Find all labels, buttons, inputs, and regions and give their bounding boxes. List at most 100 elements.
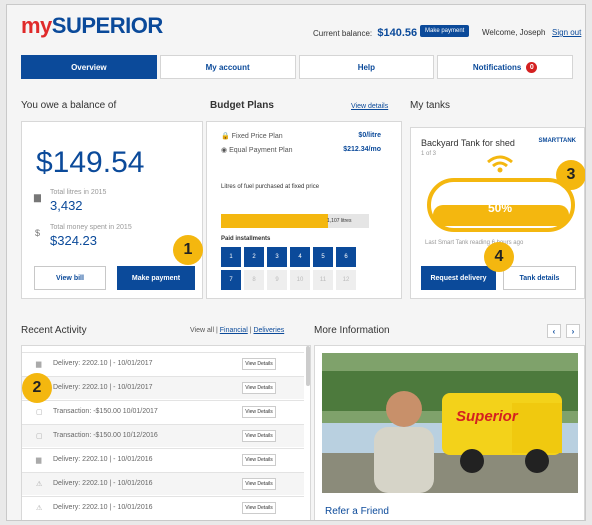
carousel-next-button[interactable]: › <box>566 324 580 338</box>
activity-row-text: Transaction: -$150.00 10/12/2016 <box>53 432 158 439</box>
installment-cell: 5 <box>313 247 333 267</box>
budget-title: Budget Plans <box>210 100 274 111</box>
paid-installments-label: Paid installments <box>221 236 271 242</box>
activity-row: ▢ Transaction: -$150.00 10/01/2017 View De… <box>22 400 304 423</box>
tab-notifications[interactable]: Notifications 0 <box>437 55 573 79</box>
filter-separator: | <box>249 327 252 334</box>
view-bill-button[interactable]: View bill <box>34 266 106 290</box>
promo-photo: Superior <box>322 353 578 493</box>
money-value: $324.23 <box>50 233 97 248</box>
document-icon: ▢ <box>36 409 43 416</box>
header-make-payment-button[interactable]: Make payment <box>420 25 470 37</box>
litres-fixed-bar-fill <box>221 214 328 228</box>
installment-cell: 8 <box>244 270 264 290</box>
litres-fixed-bar-label: 1,107 litres <box>327 218 352 224</box>
logo[interactable]: mySUPERIOR <box>21 13 163 39</box>
tab-label: Overview <box>71 62 107 72</box>
equal-payment-row: ◉ Equal Payment Plan $212.34/mo <box>221 146 381 154</box>
current-balance-value: $140.56 <box>377 27 418 39</box>
balance-amount: $149.54 <box>36 146 145 179</box>
carousel-prev-button[interactable]: ‹ <box>547 324 561 338</box>
litres-label: Total litres in 2015 <box>50 189 107 196</box>
equal-icon: ◉ <box>221 147 228 154</box>
callout-badge-2: 2 <box>22 373 52 403</box>
installment-cell: 12 <box>336 270 356 290</box>
tank-panel: Backyard Tank for shed 1 of 3 SMARTTANK … <box>410 127 585 299</box>
make-payment-button[interactable]: Make payment <box>117 266 195 290</box>
dollar-icon: $ <box>35 228 41 238</box>
filter-separator: | <box>215 327 218 334</box>
litres-fixed-bar: 1,107 litres <box>221 214 369 228</box>
activity-list: ▆ Delivery: 2202.10 | - 10/01/2017 View De… <box>21 345 311 520</box>
installment-cell: 2 <box>244 247 264 267</box>
truck-icon: ▆ <box>34 192 41 202</box>
view-details-button[interactable]: View Details <box>242 478 276 490</box>
installment-cell: 9 <box>267 270 287 290</box>
callout-badge-1: 1 <box>173 235 203 265</box>
view-details-button[interactable]: View Details <box>242 358 276 370</box>
tab-help[interactable]: Help <box>298 55 435 79</box>
activity-row-text: Delivery: 2202.10 | - 10/01/2016 <box>53 480 153 487</box>
activity-row: ▢ Transaction: -$150.00 10/12/2016 View De… <box>22 424 304 447</box>
activity-scrollbar[interactable] <box>306 346 310 386</box>
logo-main: SUPERIOR <box>51 13 163 38</box>
view-details-button[interactable]: View Details <box>242 382 276 394</box>
activity-filters: View all | Financial | Deliveries <box>190 327 284 334</box>
activity-row: ⚠ Delivery: 2202.10 | - 10/01/2016 View De… <box>22 496 304 519</box>
tank-details-button[interactable]: Tank details <box>503 266 576 290</box>
equal-payment-label: Equal Payment Plan <box>229 147 293 154</box>
truck-icon: ▆ <box>36 457 42 464</box>
activity-row-text: Delivery: 2202.10 | - 10/01/2016 <box>53 456 153 463</box>
equal-payment-value: $212.34/mo <box>343 146 381 153</box>
truck-icon: ▆ <box>36 361 42 368</box>
view-details-button[interactable]: View Details <box>242 454 276 466</box>
money-label: Total money spent in 2015 <box>50 224 132 231</box>
activity-row: ▆ Delivery: 2202.10 | - 10/01/2016 View De… <box>22 448 304 471</box>
tanks-title: My tanks <box>410 100 451 111</box>
installment-cell: 11 <box>313 270 333 290</box>
smart-tank-logo: SMARTTANK <box>538 138 576 144</box>
deliveries-link[interactable]: Deliveries <box>253 327 284 334</box>
installment-cell: 4 <box>290 247 310 267</box>
more-info-title: More Information <box>314 325 390 336</box>
activity-row-text: Delivery: 2202.10 | - 10/01/2016 <box>53 504 153 511</box>
activity-row: ▆ Delivery: 2202.10 | - 10/01/2017 View De… <box>22 352 304 375</box>
litres-value: 3,432 <box>50 198 83 213</box>
request-delivery-button[interactable]: Request delivery <box>421 266 496 290</box>
view-details-button[interactable]: View Details <box>242 406 276 418</box>
activity-row-text: Transaction: -$150.00 10/01/2017 <box>53 408 158 415</box>
warning-icon: ⚠ <box>36 505 43 512</box>
activity-row-text: Delivery: 2202.10 | - 10/01/2017 <box>53 384 153 391</box>
tab-my-account[interactable]: My account <box>159 55 296 79</box>
budget-view-details-link[interactable]: View details <box>351 103 388 110</box>
installment-cell: 7 <box>221 270 241 290</box>
tank-name: Backyard Tank for shed <box>421 138 515 148</box>
activity-row: ⚠ Delivery: 2202.10 | - 10/01/2016 View De… <box>22 472 304 495</box>
recent-activity-title: Recent Activity <box>21 325 87 336</box>
balance-title: You owe a balance of <box>21 100 117 111</box>
tab-label: Help <box>357 62 376 72</box>
main-tabs: Overview My account Help Notifications 0 <box>21 55 573 79</box>
more-info-card[interactable]: Superior Refer a Friend <box>314 345 585 520</box>
financial-link[interactable]: Financial <box>220 327 248 334</box>
callout-badge-4: 4 <box>484 242 514 272</box>
fixed-price-label: Fixed Price Plan <box>231 133 283 140</box>
article-title[interactable]: Refer a Friend <box>325 506 389 517</box>
view-all-link[interactable]: View all <box>190 327 214 334</box>
installments-grid: 1 2 3 4 5 6 7 8 9 10 11 12 <box>221 247 356 290</box>
tank-level-percent: 50% <box>487 201 513 215</box>
tab-overview[interactable]: Overview <box>21 55 157 79</box>
lock-icon: 🔒 <box>221 133 230 140</box>
sign-out-link[interactable]: Sign out <box>552 28 581 37</box>
tab-label: My account <box>205 62 250 72</box>
logo-prefix: my <box>21 13 52 38</box>
installment-cell: 1 <box>221 247 241 267</box>
app-frame: mySUPERIOR Current balance: $140.56 Make… <box>6 4 586 521</box>
view-details-button[interactable]: View Details <box>242 430 276 442</box>
balance-panel: $149.54 ▆ Total litres in 2015 3,432 $ T… <box>21 121 203 299</box>
current-balance: Current balance: $140.56 <box>313 27 417 39</box>
notification-count-badge: 0 <box>526 61 538 73</box>
welcome-text: Welcome, Joseph <box>482 28 546 37</box>
view-details-button[interactable]: View Details <box>242 502 276 514</box>
budget-panel: 🔒 Fixed Price Plan $0/litre ◉ Equal Paym… <box>206 121 402 299</box>
